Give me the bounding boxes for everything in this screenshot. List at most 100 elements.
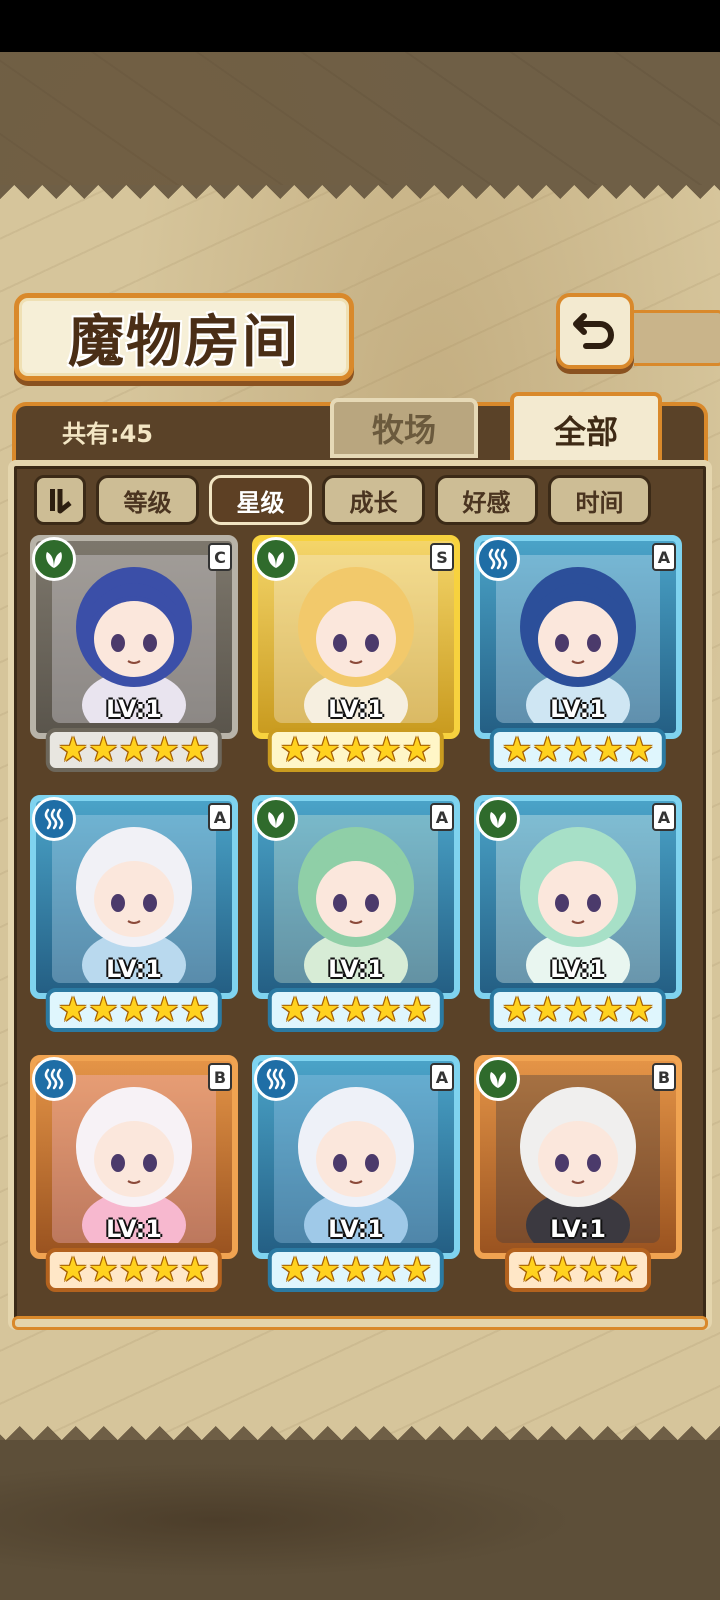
- star-icon: ★: [371, 990, 402, 1030]
- star-icon: ★: [88, 990, 119, 1030]
- star-icon: ★: [401, 1250, 433, 1290]
- monster-card[interactable]: B LV:1 ★ ★ ★ ★: [474, 1055, 682, 1295]
- star-icon: ★: [179, 730, 211, 770]
- star-icon: ★: [179, 990, 211, 1030]
- rank-badge: A: [430, 803, 454, 831]
- return-arrow-icon: [573, 313, 614, 349]
- star-icon: ★: [118, 990, 150, 1030]
- star-icon: ★: [547, 1250, 578, 1290]
- star-rating: ★ ★ ★ ★ ★: [45, 988, 223, 1032]
- star-icon: ★: [517, 1250, 548, 1290]
- rank-badge: B: [208, 1063, 232, 1091]
- level-label: LV:1: [550, 955, 606, 983]
- star-icon: ★: [310, 990, 341, 1030]
- map-background-bottom: [0, 1440, 720, 1600]
- star-icon: ★: [279, 1250, 311, 1290]
- star-icon: ★: [118, 730, 150, 770]
- sort-affection-button[interactable]: 好感: [435, 475, 538, 525]
- star-rating: ★ ★ ★ ★: [505, 1248, 651, 1292]
- star-rating: ★ ★ ★ ★ ★: [489, 728, 667, 772]
- star-icon: ★: [88, 730, 119, 770]
- star-icon: ★: [608, 1250, 639, 1290]
- rank-badge: A: [208, 803, 232, 831]
- star-icon: ★: [88, 1250, 119, 1290]
- level-label: LV:1: [550, 695, 606, 723]
- star-icon: ★: [501, 730, 533, 770]
- star-icon: ★: [532, 990, 563, 1030]
- star-rating: ★ ★ ★ ★ ★: [267, 1248, 445, 1292]
- rank-badge: A: [430, 1063, 454, 1091]
- star-icon: ★: [623, 990, 655, 1030]
- level-label: LV:1: [328, 695, 384, 723]
- leaf-element-icon: [254, 797, 298, 841]
- back-button[interactable]: [556, 293, 634, 369]
- leaf-element-icon: [254, 537, 298, 581]
- monster-card[interactable]: S LV:1 ★ ★ ★ ★ ★: [252, 535, 460, 775]
- status-bar: [0, 0, 720, 52]
- star-rating: ★ ★ ★ ★ ★: [489, 988, 667, 1032]
- level-label: LV:1: [550, 1215, 606, 1243]
- level-label: LV:1: [328, 1215, 384, 1243]
- level-label: LV:1: [106, 955, 162, 983]
- star-icon: ★: [57, 990, 89, 1030]
- monster-card[interactable]: A LV:1 ★ ★ ★ ★ ★: [474, 795, 682, 1035]
- tab-all[interactable]: 全部: [510, 392, 662, 464]
- star-icon: ★: [57, 1250, 89, 1290]
- monster-card[interactable]: C LV:1 ★ ★ ★ ★ ★: [30, 535, 238, 775]
- star-icon: ★: [371, 730, 402, 770]
- sort-level-button[interactable]: 等级: [96, 475, 199, 525]
- water-element-icon: [254, 1057, 298, 1101]
- star-icon: ★: [562, 730, 594, 770]
- star-icon: ★: [401, 730, 433, 770]
- star-icon: ★: [371, 1250, 402, 1290]
- star-rating: ★ ★ ★ ★ ★: [45, 728, 223, 772]
- star-icon: ★: [310, 1250, 341, 1290]
- star-icon: ★: [118, 1250, 150, 1290]
- monster-card[interactable]: B LV:1 ★ ★ ★ ★ ★: [30, 1055, 238, 1295]
- star-icon: ★: [179, 1250, 211, 1290]
- level-label: LV:1: [106, 1215, 162, 1243]
- monster-card[interactable]: A LV:1 ★ ★ ★ ★ ★: [30, 795, 238, 1035]
- panel-bottom-rail: [12, 1316, 708, 1330]
- sort-time-button[interactable]: 时间: [548, 475, 651, 525]
- monster-grid: C LV:1 ★ ★ ★ ★ ★ S LV:1 ★ ★ ★ ★ ★ A LV:1 ★ ★ ★ ★ ★ A LV:1 ★ ★ ★ ★ ★…: [30, 535, 690, 1295]
- level-label: LV:1: [328, 955, 384, 983]
- star-icon: ★: [149, 1250, 180, 1290]
- sort-order-toggle[interactable]: [34, 475, 86, 525]
- sort-growth-button[interactable]: 成长: [322, 475, 425, 525]
- monster-count: 共有:45: [62, 420, 153, 448]
- monster-card[interactable]: A LV:1 ★ ★ ★ ★ ★: [474, 535, 682, 775]
- back-button-tail: [634, 310, 720, 366]
- star-icon: ★: [578, 1250, 609, 1290]
- torn-edge-top: [0, 185, 720, 213]
- sort-star-button[interactable]: 星级: [209, 475, 312, 525]
- sort-bar: 等级 星级 成长 好感 时间: [34, 475, 651, 525]
- water-element-icon: [32, 797, 76, 841]
- monster-card[interactable]: A LV:1 ★ ★ ★ ★ ★: [252, 1055, 460, 1295]
- star-icon: ★: [340, 1250, 372, 1290]
- star-icon: ★: [501, 990, 533, 1030]
- star-icon: ★: [149, 990, 180, 1030]
- rank-badge: A: [652, 543, 676, 571]
- star-icon: ★: [149, 730, 180, 770]
- page-title: 魔物房间: [68, 308, 300, 375]
- water-element-icon: [32, 1057, 76, 1101]
- monster-card[interactable]: A LV:1 ★ ★ ★ ★ ★: [252, 795, 460, 1035]
- star-icon: ★: [562, 990, 594, 1030]
- water-element-icon: [476, 537, 520, 581]
- level-label: LV:1: [106, 695, 162, 723]
- star-icon: ★: [279, 990, 311, 1030]
- star-icon: ★: [340, 990, 372, 1030]
- torn-edge-bottom: [0, 1412, 720, 1440]
- leaf-element-icon: [32, 537, 76, 581]
- star-icon: ★: [401, 990, 433, 1030]
- star-rating: ★ ★ ★ ★ ★: [267, 988, 445, 1032]
- star-icon: ★: [593, 990, 624, 1030]
- star-icon: ★: [310, 730, 341, 770]
- star-icon: ★: [623, 730, 655, 770]
- tab-ranch[interactable]: 牧场: [330, 398, 478, 458]
- sort-order-icon: [50, 489, 72, 514]
- rank-badge: B: [652, 1063, 676, 1091]
- star-icon: ★: [532, 730, 563, 770]
- title-plate: 魔物房间: [14, 293, 354, 381]
